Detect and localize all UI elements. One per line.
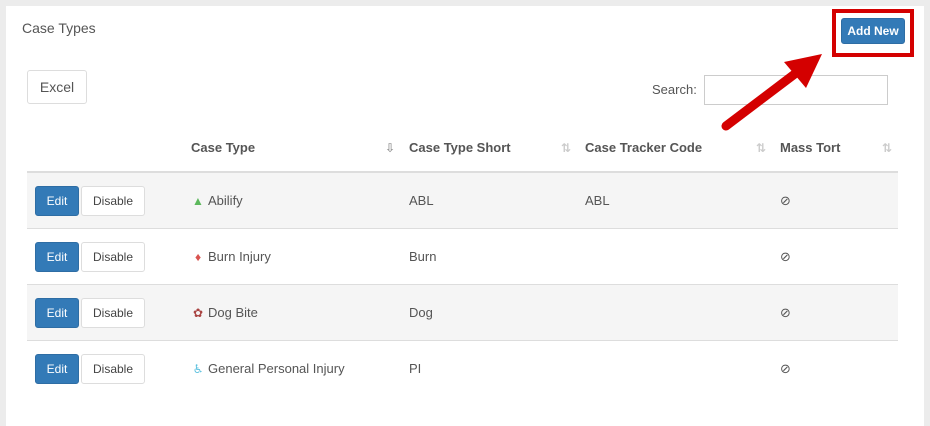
edit-button[interactable]: Edit (35, 241, 79, 272)
case-type-short-cell: Dog (401, 284, 577, 341)
sort-icon: ⇅ (755, 141, 766, 155)
table-row: Edit Disable ♦ Burn Injury Burn ⊘ (27, 228, 898, 285)
mass-tort-cell: ⊘ (772, 340, 898, 396)
panel-title: Case Types (22, 20, 96, 36)
row-actions: Edit Disable (27, 171, 183, 229)
case-type-cell: ✿ Dog Bite (183, 284, 401, 341)
paw-icon: ✿ (192, 306, 204, 320)
header-actions (27, 124, 183, 173)
row-actions: Edit Disable (27, 228, 183, 285)
case-type-cell: ♦ Burn Injury (183, 228, 401, 285)
case-type-name: Dog Bite (208, 305, 258, 320)
case-type-name: General Personal Injury (208, 361, 345, 376)
header-label: Case Type (191, 140, 256, 155)
header-label: Case Type Short (409, 140, 511, 155)
edit-button[interactable]: Edit (35, 297, 79, 328)
sort-icon: ⇅ (560, 141, 571, 155)
header-case-tracker-code[interactable]: Case Tracker Code ⇅ (577, 124, 772, 173)
sort-asc-icon: ⇩ (384, 141, 395, 155)
fire-icon: ♦ (194, 250, 202, 264)
disable-button[interactable]: Disable (81, 241, 145, 272)
header-case-type[interactable]: Case Type ⇩ (183, 124, 401, 173)
tracker-code-cell: ABL (577, 171, 772, 229)
ban-icon: ⊘ (780, 360, 791, 376)
flask-icon: ▲ (192, 194, 204, 208)
row-actions: Edit Disable (27, 340, 183, 396)
case-type-short-cell: PI (401, 340, 577, 396)
ban-icon: ⊘ (780, 192, 791, 208)
case-type-short-cell: Burn (401, 228, 577, 285)
case-type-short-cell: ABL (401, 171, 577, 229)
ban-icon: ⊘ (780, 248, 791, 264)
header-label: Mass Tort (780, 140, 841, 155)
disable-button[interactable]: Disable (81, 185, 145, 216)
row-actions: Edit Disable (27, 284, 183, 341)
edit-button[interactable]: Edit (35, 353, 79, 384)
tracker-code-cell (577, 284, 772, 341)
tracker-code-cell (577, 340, 772, 396)
tracker-code-cell (577, 228, 772, 285)
mass-tort-cell: ⊘ (772, 228, 898, 285)
excel-export-button[interactable]: Excel (27, 70, 87, 104)
case-type-name: Burn Injury (208, 249, 271, 264)
table-header-row: Case Type ⇩ Case Type Short ⇅ Case Tracker… (27, 124, 898, 173)
disable-button[interactable]: Disable (81, 353, 145, 384)
add-new-button[interactable]: Add New (841, 18, 905, 44)
header-case-type-short[interactable]: Case Type Short ⇅ (401, 124, 577, 173)
table-row: Edit Disable ✿ Dog Bite Dog ⊘ (27, 284, 898, 341)
edit-button[interactable]: Edit (35, 185, 79, 216)
search-label: Search: (652, 82, 697, 97)
mass-tort-cell: ⊘ (772, 284, 898, 341)
mass-tort-cell: ⊘ (772, 171, 898, 229)
case-types-table: Case Type ⇩ Case Type Short ⇅ Case Tracker… (27, 124, 898, 396)
sort-icon: ⇅ (881, 141, 892, 155)
table-row: Edit Disable ▲ Abilify ABL ABL ⊘ (27, 171, 898, 229)
header-mass-tort[interactable]: Mass Tort ⇅ (772, 124, 898, 173)
case-type-cell: ♿ General Personal Injury (183, 340, 401, 396)
wheelchair-icon: ♿ (192, 362, 204, 376)
header-label: Case Tracker Code (585, 140, 703, 155)
disable-button[interactable]: Disable (81, 297, 145, 328)
case-types-panel: Case Types Add New Excel Search: Case Ty… (6, 6, 924, 426)
table-row: Edit Disable ♿ General Personal Injury PI … (27, 340, 898, 396)
case-type-cell: ▲ Abilify (183, 171, 401, 229)
ban-icon: ⊘ (780, 304, 791, 320)
case-type-name: Abilify (208, 193, 243, 208)
